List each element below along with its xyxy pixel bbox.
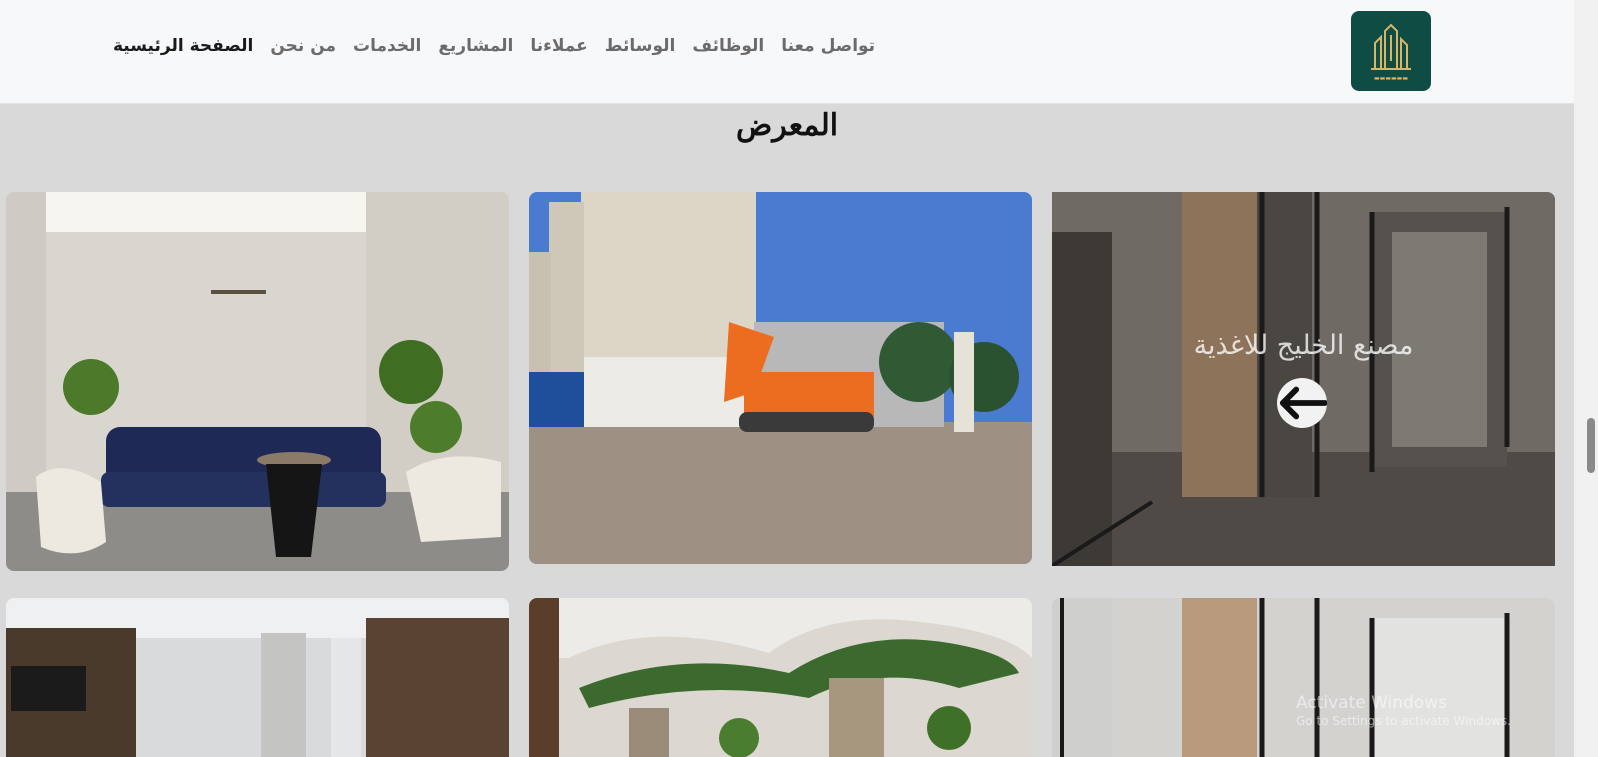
- gallery-image-gulf-food-factory[interactable]: مصنع الخليج للاغذية: [1052, 192, 1555, 566]
- nav-item-services[interactable]: الخدمات: [353, 36, 421, 56]
- vertical-scrollbar-thumb[interactable]: [1587, 418, 1595, 473]
- nav-item-media[interactable]: الوسائط: [605, 36, 676, 56]
- arrow-left-icon: [1279, 386, 1327, 420]
- company-logo[interactable]: ▬▬▬▬▬▬: [1351, 11, 1431, 91]
- gallery-next-button[interactable]: [1277, 378, 1327, 428]
- corridor-photo: [6, 598, 509, 757]
- vertical-scrollbar-track[interactable]: [1574, 0, 1598, 757]
- excavator-photo: [529, 192, 1032, 564]
- lounge-photo: [6, 192, 509, 571]
- nav-item-projects[interactable]: المشاريع: [438, 36, 513, 56]
- gallery-overlay-caption: مصنع الخليج للاغذية: [1193, 330, 1414, 361]
- office-glass-photo: [1052, 598, 1555, 757]
- gallery-image-lobby[interactable]: [529, 598, 1032, 757]
- gallery-title: المعرض: [735, 108, 839, 143]
- main-nav: الصفحة الرئيسية من نحن الخدمات المشاريع …: [113, 36, 875, 56]
- logo-wordmark-graphic: ▬▬▬▬▬▬: [1373, 74, 1408, 82]
- nav-item-about[interactable]: من نحن: [270, 36, 336, 56]
- nav-item-home[interactable]: الصفحة الرئيسية: [113, 36, 253, 56]
- nav-item-contact[interactable]: تواصل معنا: [781, 36, 875, 56]
- lobby-photo: [529, 598, 1032, 757]
- gallery-image-lounge[interactable]: [6, 192, 509, 571]
- top-navbar: الصفحة الرئيسية من نحن الخدمات المشاريع …: [0, 0, 1574, 104]
- nav-item-careers[interactable]: الوظائف: [692, 36, 764, 56]
- windows-activation-watermark: Activate Windows Go to Settings to activ…: [1296, 692, 1511, 730]
- nav-item-clients[interactable]: عملاءنا: [530, 36, 587, 56]
- gallery-image-corridor[interactable]: [6, 598, 509, 757]
- building-logo-icon: [1371, 23, 1411, 70]
- watermark-subtitle: Go to Settings to activate Windows.: [1296, 714, 1511, 729]
- watermark-title: Activate Windows: [1296, 693, 1447, 713]
- gallery-image-excavator[interactable]: [529, 192, 1032, 564]
- gallery-image-office-partitions[interactable]: [1052, 598, 1555, 757]
